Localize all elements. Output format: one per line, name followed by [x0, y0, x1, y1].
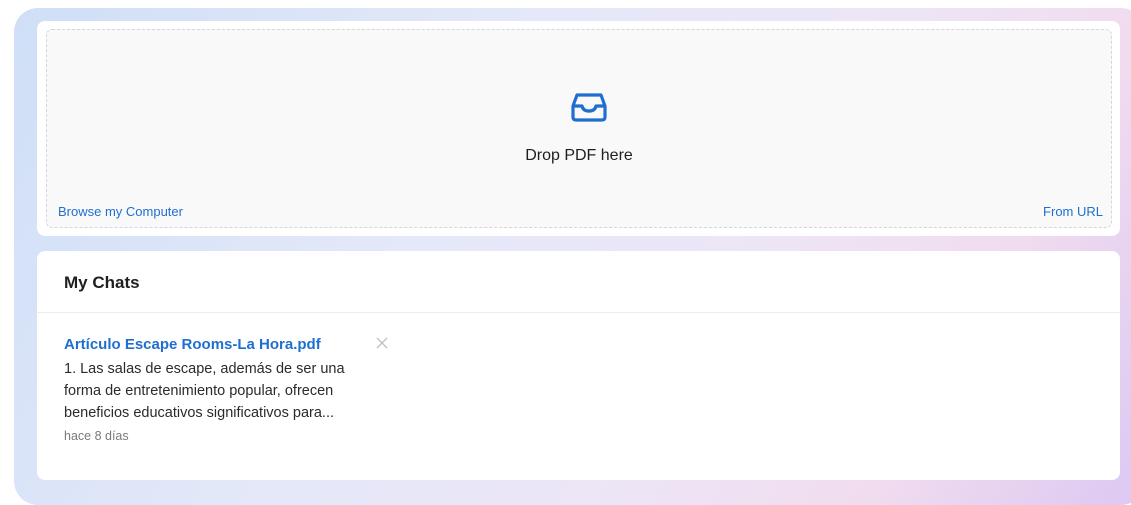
close-icon[interactable] [376, 337, 388, 349]
chat-snippet-line: 1. Las salas de escape, además de ser un… [64, 361, 345, 377]
drop-label: Drop PDF here [525, 147, 633, 164]
my-chats-title: My Chats [64, 273, 140, 292]
browse-computer-link[interactable]: Browse my Computer [58, 204, 183, 219]
chat-snippet-line: beneficios educativos significativos par… [64, 405, 335, 421]
upload-card: Drop PDF here Browse my Computer From UR… [37, 21, 1120, 236]
pdf-dropzone[interactable]: Drop PDF here Browse my Computer From UR… [46, 29, 1112, 228]
chat-timestamp: hace 8 días [64, 429, 129, 443]
from-url-link[interactable]: From URL [1043, 204, 1103, 219]
my-chats-header: My Chats [37, 251, 1120, 313]
chat-snippet-line: forma de entretenimiento popular, ofrece… [64, 383, 334, 399]
my-chats-card: My Chats Artículo Escape Rooms-La Hora.p… [37, 251, 1120, 480]
chat-snippet: 1. Las salas de escape, además de ser un… [64, 358, 384, 424]
chat-title[interactable]: Artículo Escape Rooms-La Hora.pdf [64, 335, 384, 355]
inbox-tray-icon [571, 93, 607, 122]
chat-list-item[interactable]: Artículo Escape Rooms-La Hora.pdf 1. Las… [64, 335, 384, 443]
